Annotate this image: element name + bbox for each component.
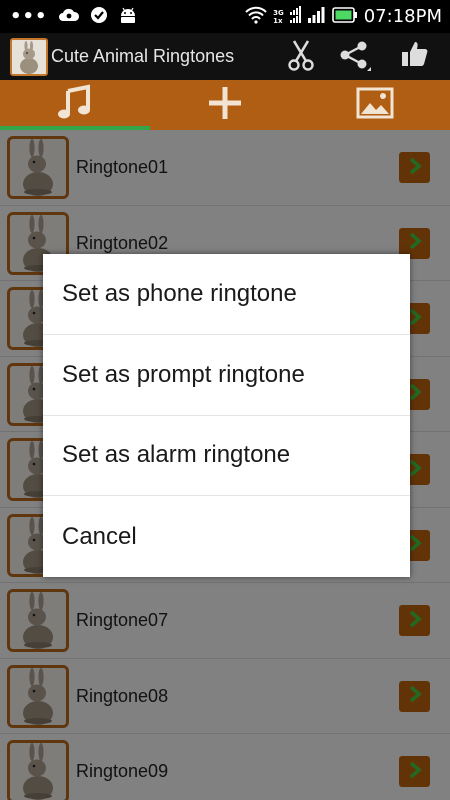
set-prompt-ringtone-option[interactable]: Set as prompt ringtone	[43, 335, 410, 416]
network-type-top: 3G	[273, 8, 284, 17]
android-icon	[118, 6, 138, 28]
more-notifications-icon: •••	[10, 5, 48, 27]
cancel-option[interactable]: Cancel	[43, 496, 410, 577]
signal-bars-icon	[307, 6, 326, 28]
tab-bar	[0, 80, 450, 130]
plus-icon	[207, 85, 243, 125]
share-icon	[337, 38, 371, 76]
clock: 07:18PM	[363, 6, 442, 27]
share-button[interactable]	[334, 37, 374, 77]
app-title: Cute Animal Ringtones	[51, 46, 235, 66]
music-note-icon	[55, 83, 95, 127]
thumbs-up-icon	[400, 40, 430, 74]
check-circle-icon	[90, 6, 108, 28]
set-alarm-ringtone-option[interactable]: Set as alarm ringtone	[43, 416, 410, 497]
network-type-indicator: 3G 1x	[273, 9, 284, 25]
system-status-area: 3G 1x 07:18PM	[245, 0, 442, 33]
cloud-icon	[58, 7, 80, 27]
image-icon	[356, 87, 394, 123]
cut-button[interactable]	[281, 37, 321, 77]
set-ringtone-dialog: Set as phone ringtone Set as prompt ring…	[43, 254, 410, 577]
wifi-icon	[245, 6, 267, 28]
action-bar: Cute Animal Ringtones	[0, 33, 450, 80]
signal-bars-small-icon	[289, 5, 302, 28]
set-phone-ringtone-option[interactable]: Set as phone ringtone	[43, 254, 410, 335]
tab-ringtones[interactable]	[0, 80, 150, 130]
tab-add[interactable]	[150, 80, 300, 130]
tab-gallery[interactable]	[300, 80, 450, 130]
battery-icon	[331, 6, 358, 27]
notification-area: •••	[10, 0, 138, 33]
like-button[interactable]	[395, 37, 435, 77]
status-bar: ••• 3G 1x 07:18PM	[0, 0, 450, 33]
app-icon	[10, 38, 48, 76]
scissors-icon	[287, 39, 315, 75]
network-type-bottom: 1x	[273, 16, 283, 25]
